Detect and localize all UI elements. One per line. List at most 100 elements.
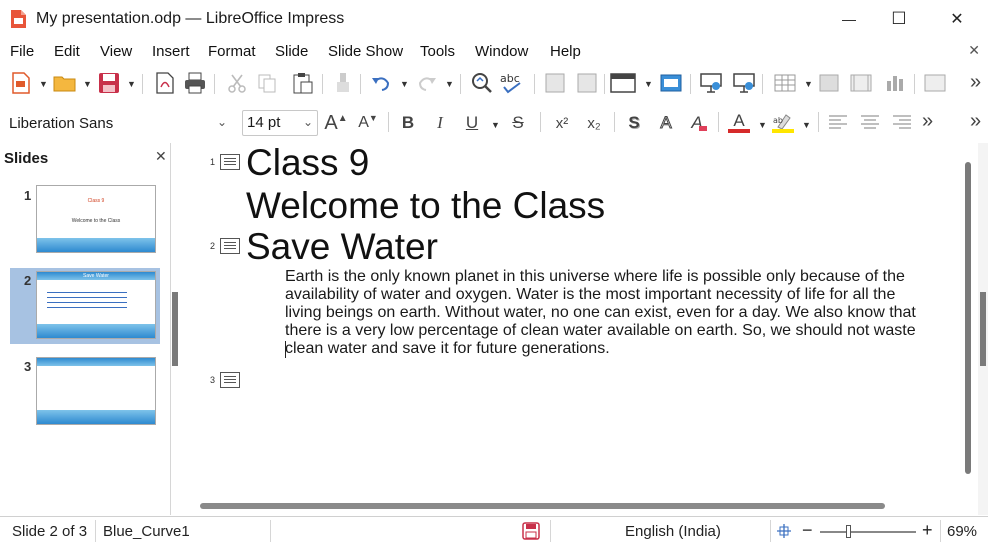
underline-button[interactable]: U: [460, 111, 484, 135]
slide-thumbnail-2[interactable]: Save Water: [36, 271, 156, 339]
menu-window[interactable]: Window: [475, 43, 528, 60]
master-slide-icon: [660, 74, 682, 92]
chevron-down-icon[interactable]: ▼: [804, 79, 813, 89]
more-toolbar-icon[interactable]: »: [970, 110, 981, 133]
maximize-button[interactable]: ☐: [874, 0, 924, 38]
insert-text-box-button[interactable]: [922, 70, 948, 96]
chevron-down-icon[interactable]: ▼: [491, 120, 500, 130]
outline-slide-subtitle[interactable]: Welcome to the Class: [246, 186, 605, 226]
chevron-down-icon[interactable]: ▼: [39, 79, 48, 89]
menu-format[interactable]: Format: [208, 43, 256, 60]
chevron-down-icon[interactable]: ▼: [802, 120, 811, 130]
display-grid-button[interactable]: [542, 70, 568, 96]
language[interactable]: English (India): [625, 523, 721, 540]
font-color-button[interactable]: A: [726, 111, 752, 135]
font-size-combo[interactable]: 14 pt ⌄: [242, 110, 318, 136]
master-slide-name[interactable]: Blue_Curve1: [103, 523, 190, 540]
close-document-icon[interactable]: ✕: [968, 42, 980, 59]
menu-view[interactable]: View: [100, 43, 132, 60]
outline-font-button[interactable]: A: [654, 111, 678, 135]
menu-file[interactable]: File: [10, 43, 34, 60]
minimize-button[interactable]: —: [824, 0, 874, 38]
zoom-level[interactable]: 69%: [947, 523, 977, 540]
chevron-down-icon[interactable]: ▼: [758, 120, 767, 130]
clone-formatting-button[interactable]: [330, 70, 356, 96]
save-button[interactable]: [96, 70, 122, 96]
close-window-button[interactable]: ✕: [932, 0, 982, 38]
folder-icon: [53, 76, 76, 92]
helplines-button[interactable]: [574, 70, 600, 96]
redo-button[interactable]: [414, 70, 440, 96]
chevron-down-icon[interactable]: ▼: [83, 79, 92, 89]
slide-thumbnail-3[interactable]: [36, 357, 156, 425]
bold-button[interactable]: B: [396, 111, 420, 135]
slide-layout-button[interactable]: [610, 70, 636, 96]
zoom-in-button[interactable]: +: [922, 520, 933, 541]
document-modified-icon[interactable]: [522, 522, 540, 540]
table-icon: [774, 74, 796, 92]
sidebar-splitter[interactable]: [980, 292, 986, 366]
highlight-color-button[interactable]: ab: [770, 111, 796, 135]
print-button[interactable]: [182, 70, 208, 96]
find-replace-button[interactable]: [468, 70, 494, 96]
outline-slide-title[interactable]: Save Water: [246, 227, 438, 267]
open-button[interactable]: [52, 70, 78, 96]
shadow-button[interactable]: S: [622, 111, 646, 135]
insert-table-button[interactable]: [772, 70, 798, 96]
grow-font-button[interactable]: A ▲: [324, 111, 348, 135]
new-button[interactable]: [8, 70, 34, 96]
zoom-slider-thumb[interactable]: [846, 525, 851, 538]
menu-insert[interactable]: Insert: [152, 43, 190, 60]
chevron-down-icon[interactable]: ▼: [400, 79, 409, 89]
horizontal-scrollbar[interactable]: [200, 503, 885, 509]
menu-tools[interactable]: Tools: [420, 43, 455, 60]
outline-slide-body[interactable]: Earth is the only known planet in this u…: [285, 268, 925, 358]
spelling-button[interactable]: abc: [498, 70, 524, 96]
insert-image-button[interactable]: [816, 70, 842, 96]
menu-help[interactable]: Help: [550, 43, 581, 60]
shrink-font-button[interactable]: A ▼: [356, 111, 380, 135]
cut-button[interactable]: [224, 70, 250, 96]
start-from-first-button[interactable]: [698, 70, 724, 96]
slide-thumbnail-1[interactable]: Class 9 Welcome to the Class: [36, 185, 156, 253]
clear-formatting-button[interactable]: A: [686, 111, 712, 135]
font-size-value: 14 pt: [247, 114, 281, 131]
window-title: My presentation.odp — LibreOffice Impres…: [36, 10, 345, 27]
outline-slide-title[interactable]: Class 9: [246, 143, 369, 183]
menu-slide[interactable]: Slide: [275, 43, 308, 60]
paste-button[interactable]: [290, 70, 316, 96]
start-from-current-button[interactable]: [731, 70, 757, 96]
copy-button[interactable]: [254, 70, 280, 96]
vertical-scrollbar[interactable]: [965, 162, 971, 474]
superscript-button[interactable]: x²: [548, 111, 576, 135]
chevron-down-icon[interactable]: ▼: [445, 79, 454, 89]
align-right-button[interactable]: [890, 111, 914, 135]
zoom-out-button[interactable]: −: [802, 520, 813, 541]
fit-slide-icon[interactable]: [776, 523, 792, 539]
undo-button[interactable]: [368, 70, 394, 96]
export-pdf-button[interactable]: [152, 70, 178, 96]
thumbnail-wave: [37, 238, 155, 252]
presentation-current-icon: [733, 73, 755, 93]
chevron-down-icon[interactable]: ⌄: [217, 115, 227, 129]
align-left-button[interactable]: [826, 111, 850, 135]
chevron-down-icon[interactable]: ▼: [127, 79, 136, 89]
more-tools-icon[interactable]: »: [970, 71, 981, 94]
menu-slide-show[interactable]: Slide Show: [328, 43, 403, 60]
zoom-slider-track[interactable]: [820, 531, 916, 533]
chevron-down-icon[interactable]: ⌄: [303, 115, 313, 129]
strikethrough-button[interactable]: S: [506, 111, 530, 135]
close-icon[interactable]: ✕: [155, 148, 167, 165]
more-formatting-icon[interactable]: »: [922, 110, 933, 133]
font-name-combo[interactable]: Liberation Sans ⌄: [4, 110, 236, 136]
italic-button[interactable]: I: [428, 111, 452, 135]
subscript-button[interactable]: x₂: [580, 111, 608, 135]
master-slide-button[interactable]: [658, 70, 684, 96]
insert-media-button[interactable]: [848, 70, 874, 96]
outline-view[interactable]: 1 Class 9 Welcome to the Class 2 Save Wa…: [178, 143, 978, 513]
slide-icon: [220, 372, 240, 388]
insert-chart-button[interactable]: [882, 70, 908, 96]
menu-edit[interactable]: Edit: [54, 43, 80, 60]
align-center-button[interactable]: [858, 111, 882, 135]
chevron-down-icon[interactable]: ▼: [644, 79, 653, 89]
